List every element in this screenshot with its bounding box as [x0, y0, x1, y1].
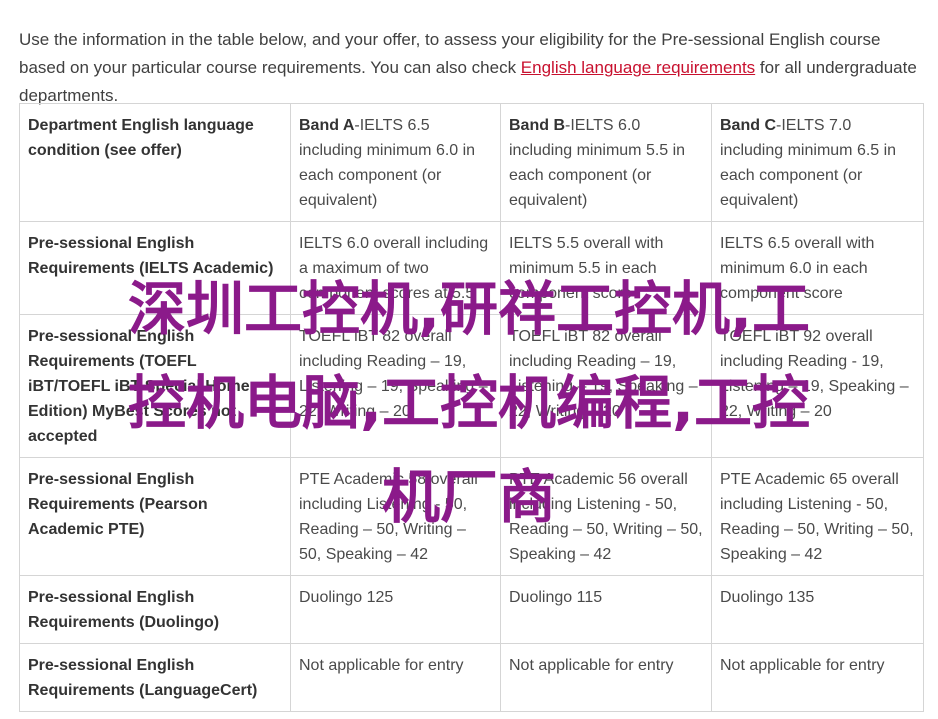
english-language-requirements-link[interactable]: English language requirements	[521, 58, 755, 77]
band-b-name: Band B	[509, 117, 565, 134]
row-label-ielts: Pre-sessional English Requirements (IELT…	[19, 221, 291, 315]
requirements-table: Department English language condition (s…	[19, 103, 924, 712]
row-label-languagecert: Pre-sessional English Requirements (Lang…	[19, 643, 291, 712]
row-label-pte: Pre-sessional English Requirements (Pear…	[19, 457, 291, 576]
table-row: Pre-sessional English Requirements (Lang…	[19, 643, 924, 712]
table-row: Pre-sessional English Requirements (IELT…	[19, 221, 924, 315]
table-cell: Not applicable for entry	[290, 643, 501, 712]
table-row: Pre-sessional English Requirements (Pear…	[19, 457, 924, 576]
row-label-duolingo: Pre-sessional English Requirements (Duol…	[19, 575, 291, 644]
band-c-cell: Band C-IELTS 7.0 including minimum 6.5 i…	[711, 103, 924, 222]
row-label-toefl: Pre-sessional English Requirements (TOEF…	[19, 314, 291, 458]
table-cell: TOEFL iBT 82 overall including Reading –…	[500, 314, 712, 458]
table-cell: IELTS 5.5 overall with minimum 5.5 in ea…	[500, 221, 712, 315]
table-cell: Duolingo 115	[500, 575, 712, 644]
table-cell: PTE Academic 58 overall including Listen…	[290, 457, 501, 576]
table-cell: TOEFL iBT 82 overall including Reading –…	[290, 314, 501, 458]
band-b-cell: Band B-IELTS 6.0 including minimum 5.5 i…	[500, 103, 712, 222]
band-a-cell: Band A-IELTS 6.5 including minimum 6.0 i…	[290, 103, 501, 222]
table-header-row: Department English language condition (s…	[19, 103, 924, 222]
band-a-name: Band A	[299, 117, 355, 134]
table-cell: Not applicable for entry	[500, 643, 712, 712]
table-cell: Not applicable for entry	[711, 643, 924, 712]
table-cell: Duolingo 135	[711, 575, 924, 644]
intro-paragraph: Use the information in the table below, …	[19, 26, 924, 110]
table-cell: PTE Academic 56 overall including Listen…	[500, 457, 712, 576]
table-row: Pre-sessional English Requirements (TOEF…	[19, 314, 924, 458]
table-cell: IELTS 6.5 overall with minimum 6.0 in ea…	[711, 221, 924, 315]
table-cell: Duolingo 125	[290, 575, 501, 644]
table-cell: IELTS 6.0 overall including a maximum of…	[290, 221, 501, 315]
header-label-cell: Department English language condition (s…	[19, 103, 291, 222]
table-row: Pre-sessional English Requirements (Duol…	[19, 575, 924, 644]
table-cell: TOEFL iBT 92 overall including Reading -…	[711, 314, 924, 458]
header-label: Department English language condition (s…	[28, 117, 254, 159]
band-c-name: Band C	[720, 117, 776, 134]
table-cell: PTE Academic 65 overall including Listen…	[711, 457, 924, 576]
